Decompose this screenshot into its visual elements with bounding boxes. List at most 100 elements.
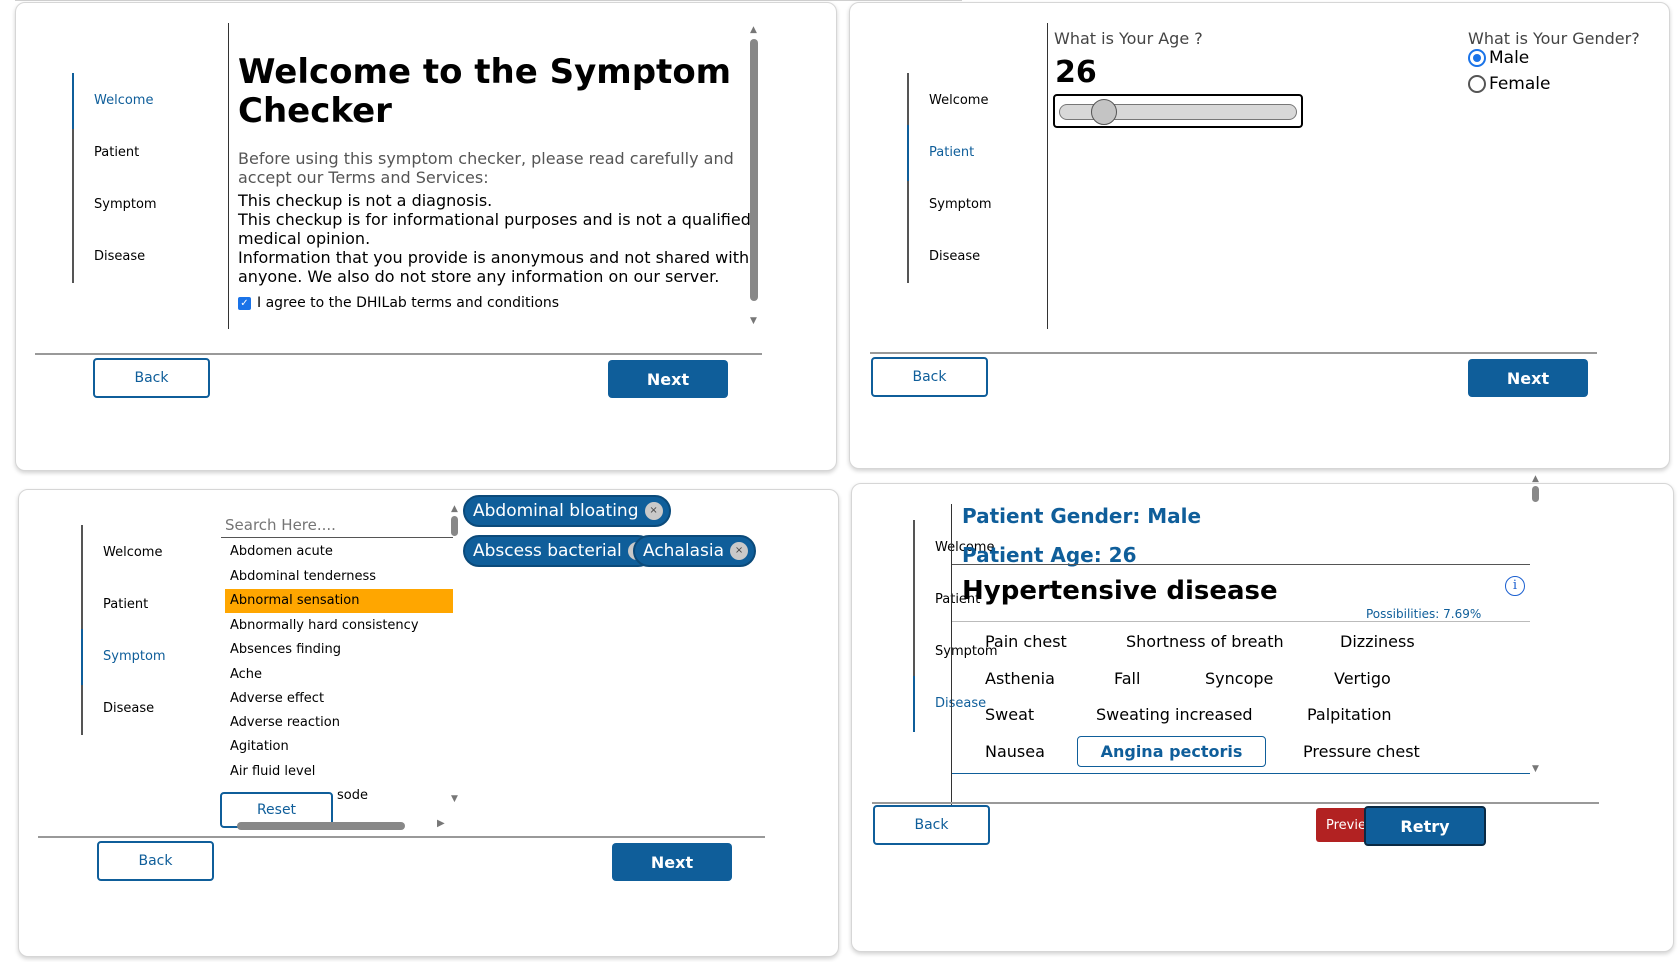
agree-checkbox[interactable]: ✓	[238, 296, 251, 310]
scrollbar-thumb[interactable]	[451, 516, 458, 536]
remove-chip-icon[interactable]: ×	[730, 542, 749, 560]
disclaimer-line: This checkup is not a diagnosis.	[238, 191, 493, 210]
symptom-item: Dizziness	[1340, 632, 1415, 651]
list-item[interactable]: Abdomen acute	[225, 540, 453, 564]
nav-active-indicator	[81, 629, 83, 685]
nav-item-symptom[interactable]: Symptom	[94, 197, 157, 212]
nav-item-disease[interactable]: Disease	[94, 249, 145, 264]
nav-item-patient[interactable]: Patient	[103, 597, 148, 612]
selected-symptom-chip[interactable]: Abdominal bloating ×	[463, 495, 671, 527]
welcome-panel: Welcome Patient Symptom Disease Welcome …	[15, 2, 837, 471]
symptom-item: Asthenia	[985, 669, 1055, 688]
remove-chip-icon[interactable]: ×	[644, 502, 663, 520]
symptom-item: Syncope	[1205, 669, 1274, 688]
scrollbar-thumb[interactable]	[750, 39, 758, 301]
age-slider[interactable]	[1053, 94, 1303, 128]
gender-option-male[interactable]: Male	[1468, 48, 1529, 68]
scroll-right-arrow[interactable]: ▶	[437, 818, 445, 829]
list-item-highlighted[interactable]: Abnormal sensation	[225, 589, 453, 613]
retry-button[interactable]: Retry	[1364, 806, 1486, 846]
symptom-item: Pressure chest	[1303, 742, 1420, 761]
symptom-search-list: Abdomen acute Abdominal tenderness Abnor…	[219, 504, 465, 830]
list-item[interactable]: Ache	[225, 663, 453, 687]
scroll-up-arrow[interactable]: ▲	[750, 25, 757, 35]
nav-active-indicator	[913, 676, 915, 732]
footer-divider	[870, 352, 1597, 354]
scrollbar-thumb[interactable]	[1532, 486, 1539, 502]
nav-item-welcome[interactable]: Welcome	[929, 93, 988, 108]
scroll-down-arrow[interactable]: ▼	[451, 794, 458, 804]
slider-handle[interactable]	[1091, 99, 1117, 125]
patient-panel: Welcome Patient Symptom Disease What is …	[849, 2, 1670, 469]
scroll-down-arrow[interactable]: ▼	[750, 316, 757, 326]
nav-item-symptom[interactable]: Symptom	[929, 197, 992, 212]
back-button[interactable]: Back	[93, 358, 210, 398]
next-button[interactable]: Next	[1468, 359, 1588, 397]
nav-item-patient[interactable]: Patient	[929, 145, 974, 160]
symptom-panel: Welcome Patient Symptom Disease Abdomen …	[18, 489, 839, 957]
symptom-item: Nausea	[985, 742, 1045, 761]
selected-symptom-chip[interactable]: Achalasia ×	[633, 535, 757, 567]
search-input[interactable]	[221, 512, 453, 538]
content-divider	[1047, 23, 1048, 329]
step-nav: Welcome Patient Symptom Disease	[913, 520, 998, 732]
list-item[interactable]: Adverse effect	[225, 687, 453, 711]
next-button[interactable]: Next	[608, 360, 728, 398]
nav-item-symptom[interactable]: Symptom	[103, 649, 166, 664]
nav-active-indicator	[72, 73, 74, 129]
list-item[interactable]: Air fluid level	[225, 760, 453, 784]
nav-item-welcome[interactable]: Welcome	[94, 93, 153, 108]
list-item[interactable]: Adverse reaction	[225, 711, 453, 735]
gender-label: Female	[1489, 74, 1551, 94]
list-item[interactable]: Abdominal tenderness	[225, 565, 453, 589]
info-icon[interactable]: i	[1505, 576, 1525, 596]
page-title: Welcome to the Symptom Checker	[238, 52, 732, 131]
nav-item-patient[interactable]: Patient	[94, 145, 139, 160]
scroll-down-arrow[interactable]: ▼	[1532, 764, 1539, 774]
disclaimer-block: This checkup is not a diagnosis. This ch…	[238, 191, 768, 286]
gender-question: What is Your Gender?	[1468, 29, 1640, 48]
footer-divider	[38, 836, 765, 838]
intro-text: Before using this symptom checker, pleas…	[238, 149, 734, 187]
gender-option-female[interactable]: Female	[1468, 74, 1550, 94]
back-button[interactable]: Back	[873, 805, 990, 845]
content-divider	[951, 504, 952, 816]
age-value: 26	[1055, 55, 1097, 90]
possibilities-label: Possibilities: 7.69%	[1366, 607, 1482, 621]
chip-label: Achalasia	[643, 541, 725, 561]
chip-label: Abscess bacterial	[473, 541, 622, 561]
selected-symptom-chip[interactable]: Abscess bacterial ×	[463, 535, 654, 567]
agree-row[interactable]: ✓ I agree to the DHILab terms and condit…	[238, 295, 559, 311]
nav-item-disease[interactable]: Disease	[103, 701, 154, 716]
list-item[interactable]: Abnormally hard consistency	[225, 614, 453, 638]
disclaimer-line: Information that you provide is anonymou…	[238, 248, 750, 286]
section-divider	[952, 621, 1530, 622]
list-item[interactable]: Agitation	[225, 735, 453, 759]
symptom-item: Palpitation	[1307, 705, 1392, 724]
age-question: What is Your Age ?	[1054, 29, 1203, 48]
nav-item-disease[interactable]: Disease	[935, 696, 986, 711]
nav-item-welcome[interactable]: Welcome	[103, 545, 162, 560]
step-nav: Welcome Patient Symptom Disease	[72, 73, 157, 283]
back-button[interactable]: Back	[871, 357, 988, 397]
symptom-item: Shortness of breath	[1126, 632, 1284, 651]
disease-name: Hypertensive disease	[962, 576, 1278, 606]
next-button[interactable]: Next	[612, 843, 732, 881]
radio-selected-icon[interactable]	[1468, 49, 1486, 67]
footer-divider	[872, 802, 1599, 804]
scroll-up-arrow[interactable]: ▲	[451, 504, 458, 514]
horizontal-scrollbar-thumb[interactable]	[237, 822, 405, 830]
patient-gender: Patient Gender: Male	[962, 504, 1202, 528]
back-button[interactable]: Back	[97, 841, 214, 881]
list-item[interactable]: sode	[332, 784, 432, 808]
content-bottom-border	[952, 773, 1530, 774]
header-divider	[952, 564, 1530, 565]
footer-divider	[35, 353, 762, 355]
radio-empty-icon[interactable]	[1468, 75, 1486, 93]
step-nav: Welcome Patient Symptom Disease	[81, 525, 166, 735]
scroll-up-arrow[interactable]: ▲	[1532, 474, 1539, 484]
nav-item-disease[interactable]: Disease	[929, 249, 980, 264]
list-item[interactable]: Absences finding	[225, 638, 453, 662]
symptom-item-highlighted: Angina pectoris	[1077, 736, 1266, 767]
symptom-item: Vertigo	[1334, 669, 1391, 688]
